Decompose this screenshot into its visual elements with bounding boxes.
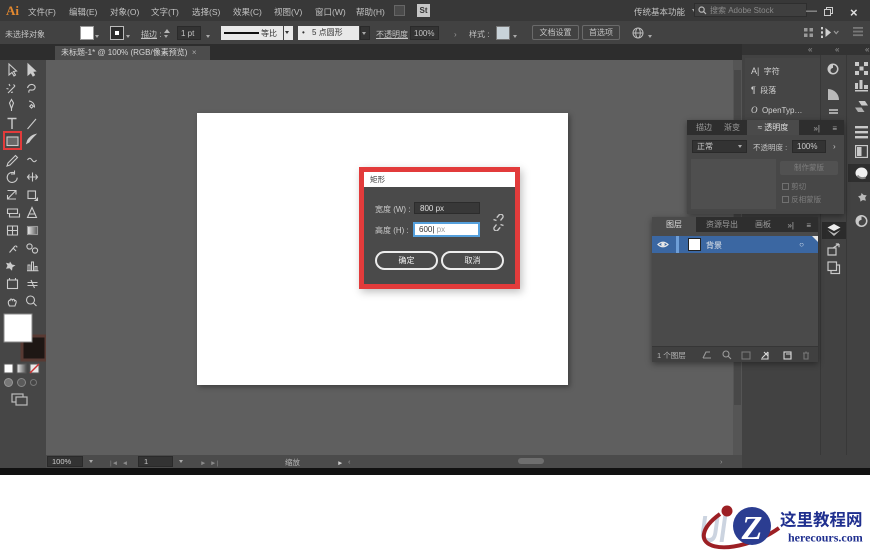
svg-text:UI: UI <box>699 498 727 550</box>
svg-text:Z: Z <box>741 510 763 547</box>
svg-text:这里教程网: 这里教程网 <box>780 507 863 531</box>
svg-text:herecours.com: herecours.com <box>788 531 863 545</box>
